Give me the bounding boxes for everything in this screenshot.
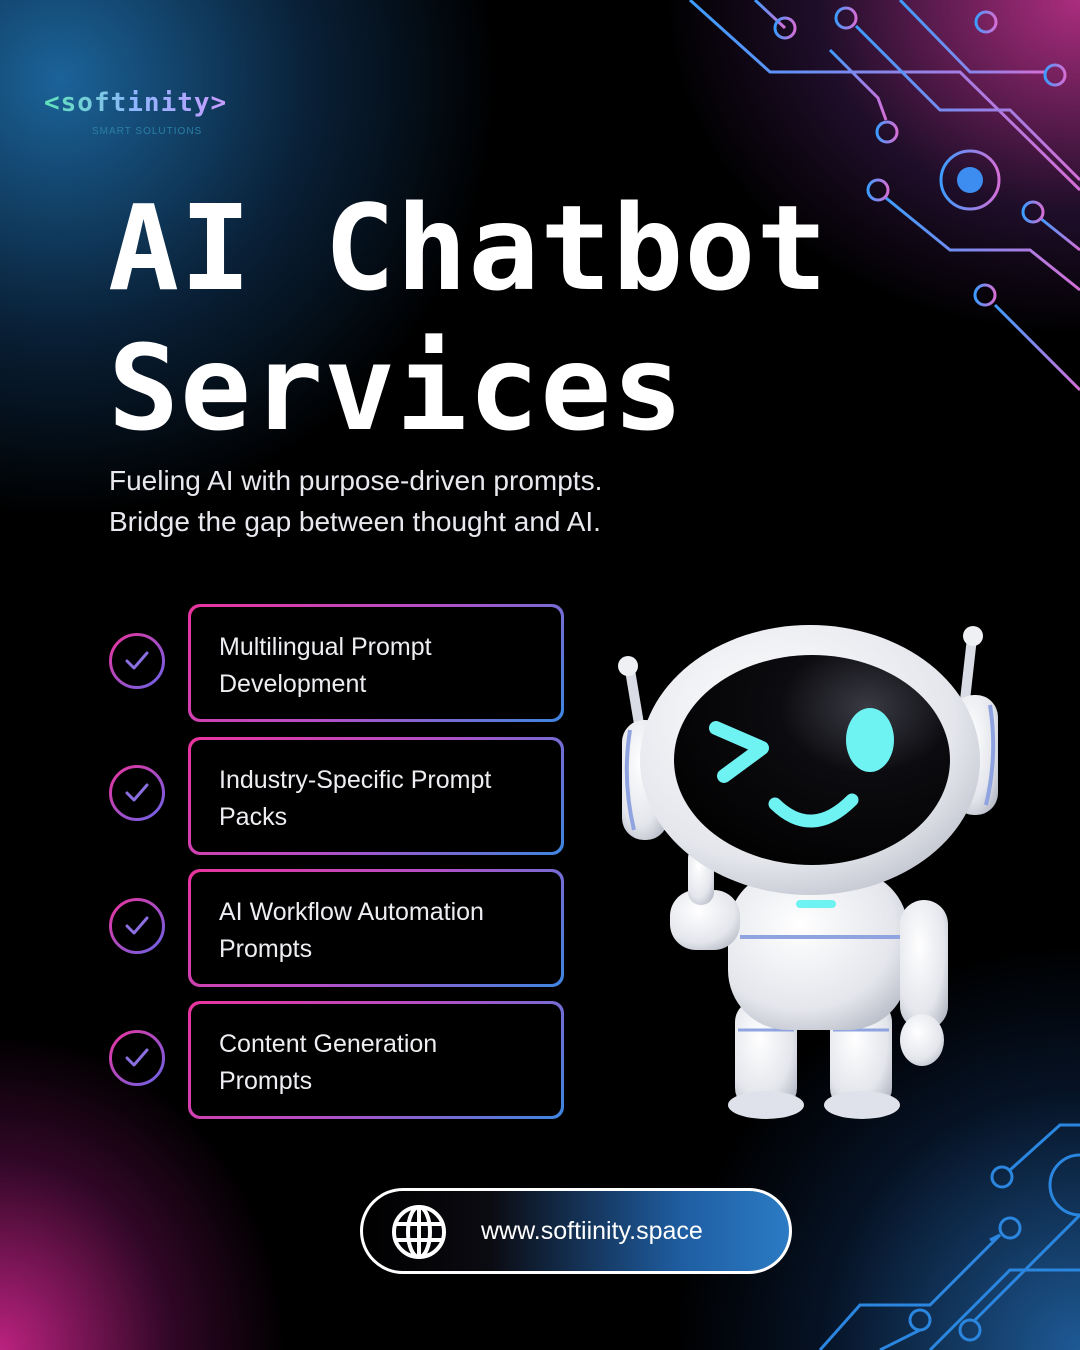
subtitle-line-1: Fueling AI with purpose-driven prompts.	[109, 465, 603, 496]
service-card-body: Industry-Specific Prompt Packs	[191, 740, 561, 852]
title-line-2: Services	[108, 319, 685, 457]
service-card-body: Multilingual Prompt Development	[191, 607, 561, 719]
service-card-body: Content Generation Prompts	[191, 1004, 561, 1116]
service-label: Prompts	[219, 935, 313, 963]
website-url[interactable]: www.softiinity.space	[481, 1217, 703, 1246]
poster: <softinity> SMART SOLUTIONS AI Chatbot S…	[0, 0, 1080, 1350]
circuit-node	[957, 167, 983, 193]
website-button[interactable]: www.softiinity.space	[360, 1188, 792, 1274]
check-icon	[109, 898, 165, 954]
service-card-body: AI Workflow Automation Prompts	[191, 872, 561, 984]
service-label: Development	[219, 670, 367, 698]
service-label: Packs	[219, 803, 288, 831]
service-label: AI Workflow Automation	[219, 898, 484, 926]
service-card: AI Workflow Automation Prompts	[188, 869, 564, 987]
robot-mascot	[618, 625, 998, 1119]
title-line-1: AI Chatbot	[108, 179, 829, 317]
brand-tagline: SMART SOLUTIONS	[92, 126, 203, 137]
service-label: Content Generation	[219, 1030, 438, 1058]
subtitle: Fueling AI with purpose-driven prompts. …	[109, 460, 602, 542]
brand-logo: <softinity>	[44, 88, 228, 118]
globe-icon	[392, 1205, 446, 1259]
check-icon	[109, 765, 165, 821]
subtitle-line-2: Bridge the gap between thought and AI.	[109, 506, 601, 537]
page-title: AI Chatbot Services	[108, 178, 828, 458]
check-icon	[109, 1030, 165, 1086]
service-label: Prompts	[219, 1067, 313, 1095]
check-icon	[109, 633, 165, 689]
service-label: Industry-Specific Prompt	[219, 766, 492, 794]
service-card: Multilingual Prompt Development	[188, 604, 564, 722]
service-label: Multilingual Prompt	[219, 633, 432, 661]
service-card: Content Generation Prompts	[188, 1001, 564, 1119]
service-card: Industry-Specific Prompt Packs	[188, 737, 564, 855]
